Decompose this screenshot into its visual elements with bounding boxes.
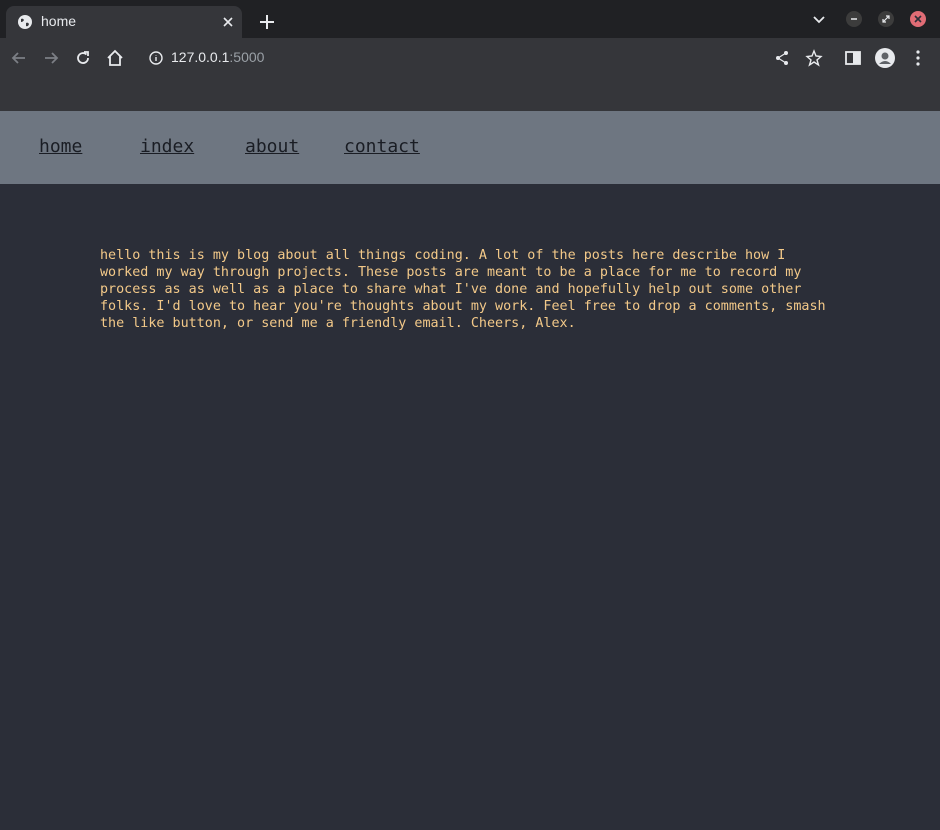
side-panel-icon[interactable] — [843, 48, 863, 68]
intro-paragraph: hello this is my blog about all things c… — [100, 248, 826, 332]
tab-title: home — [41, 13, 77, 29]
globe-icon — [18, 15, 32, 29]
back-arrow-icon[interactable] — [9, 48, 29, 68]
browser-tab[interactable]: home — [6, 6, 242, 38]
plus-icon[interactable] — [258, 13, 276, 31]
browser-toolbar: 127.0.0.1:5000 — [0, 38, 940, 78]
reload-icon[interactable] — [73, 48, 93, 68]
minimize-icon[interactable] — [845, 10, 863, 28]
nav-link-contact[interactable]: contact — [344, 136, 420, 157]
address-host: 127.0.0.1 — [171, 49, 230, 65]
nav-link-index[interactable]: index — [140, 136, 194, 157]
nav-link-home[interactable]: home — [39, 136, 82, 157]
bookmarks-bar — [0, 78, 940, 111]
share-icon[interactable] — [772, 48, 792, 68]
star-icon[interactable] — [804, 48, 824, 68]
close-icon[interactable] — [220, 14, 236, 30]
nav-link-about[interactable]: about — [245, 136, 299, 157]
window-close-icon[interactable] — [909, 10, 927, 28]
menu-kebab-icon[interactable] — [908, 48, 928, 68]
restore-icon[interactable] — [877, 10, 895, 28]
address-bar[interactable]: 127.0.0.1:5000 — [171, 49, 264, 65]
home-icon[interactable] — [105, 48, 125, 68]
forward-arrow-icon[interactable] — [41, 48, 61, 68]
chevron-down-icon[interactable] — [810, 10, 828, 28]
info-icon[interactable] — [146, 48, 166, 68]
address-port: :5000 — [229, 49, 265, 65]
browser-titlebar: home — [0, 0, 940, 38]
profile-avatar-icon[interactable] — [875, 48, 895, 68]
